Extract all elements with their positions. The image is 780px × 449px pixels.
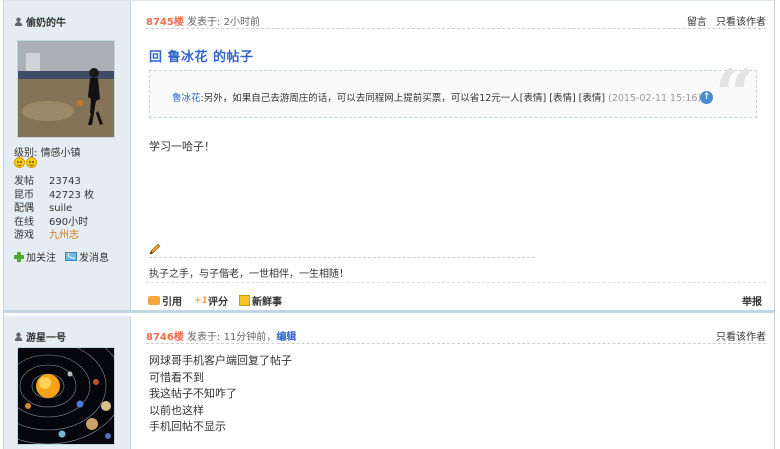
quote-icon xyxy=(148,296,160,305)
rate-button-label: 评分 xyxy=(208,297,228,308)
stat-key: 在线 xyxy=(14,216,34,228)
user-icon xyxy=(14,17,23,26)
post-header-links: 只看该作者 xyxy=(710,328,766,343)
stat-posts: 发帖 23743 xyxy=(14,175,94,189)
stat-coins: 昆币 42723 枚 xyxy=(14,189,94,203)
author-name[interactable]: 游星一号 xyxy=(14,329,66,344)
body-line: 手机回帖不显示 xyxy=(149,420,226,433)
report-button[interactable]: 举报 xyxy=(742,293,762,308)
post-time: 发表于: 11分钟前， xyxy=(187,332,277,343)
body-line: 以前也这样 xyxy=(149,403,204,417)
post-content: 8746楼 发表于: 11分钟前，编辑 只看该作者 网球哥手机客户端回复了帖子 … xyxy=(132,316,774,449)
post-body: 学习一哈子！ xyxy=(149,140,215,153)
stat-value: 23743 xyxy=(49,176,81,187)
body-line: 可惜看不到 xyxy=(149,370,204,384)
stat-spouse: 配偶 suile xyxy=(14,202,94,216)
stat-value: suile xyxy=(49,203,73,215)
level-smileys xyxy=(14,157,37,168)
quote-author[interactable]: 鲁冰花 xyxy=(172,93,201,104)
quote-button[interactable]: 引用 xyxy=(148,293,182,308)
post-header: 8746楼 发表于: 11分钟前，编辑 只看该作者 xyxy=(146,328,766,344)
only-author-link[interactable]: 只看该作者 xyxy=(716,332,766,343)
quote-time: (2015-02-11 15:16) xyxy=(608,93,702,104)
level-value: 情感小镇 xyxy=(40,148,81,159)
post-content: 8745楼 发表于: 2小时前 留言 只看该作者 回 鲁冰花 的帖子 “ 鲁冰花… xyxy=(132,1,774,310)
message-icon xyxy=(65,252,77,261)
quote-block: “ 鲁冰花:另外，如果自己去游周庄的话，可以去同程网上提前买票，可以省12元一人… xyxy=(149,55,757,135)
signature: 执子之手，与子偕老，一世相伴，一生相随！ xyxy=(149,269,349,280)
post-header: 8745楼 发表于: 2小时前 留言 只看该作者 xyxy=(146,13,766,29)
author-name-text: 游星一号 xyxy=(26,333,66,344)
fresh-button[interactable]: 新鲜事 xyxy=(239,293,282,308)
fresh-icon xyxy=(239,295,250,306)
floor-number[interactable]: 8746楼 xyxy=(146,332,184,343)
author-name[interactable]: 偷奶的牛 xyxy=(14,14,66,29)
plus-icon xyxy=(14,251,24,262)
follow-button[interactable]: 加关注 xyxy=(14,249,56,264)
author-name-text: 偷奶的牛 xyxy=(26,18,66,29)
stat-online: 在线 690小时 xyxy=(14,216,94,230)
author-actions: 加关注 发消息 xyxy=(14,249,109,264)
rate-icon: +1 xyxy=(194,295,208,306)
avatar-image xyxy=(18,348,114,444)
body-line: 网球哥手机客户端回复了帖子 xyxy=(149,354,292,367)
fresh-button-label: 新鲜事 xyxy=(252,297,282,308)
thread-frame: 偷奶的牛 级别: 情感小镇 发帖 23743 昆币 42723 枚 配偶 sui… xyxy=(3,0,775,449)
stat-key: 游戏 xyxy=(14,230,34,242)
post-time: 发表于: 2小时前 xyxy=(187,17,260,28)
quote-mark-icon: “ xyxy=(714,55,754,135)
follow-label: 加关注 xyxy=(26,253,56,264)
user-stats: 发帖 23743 昆币 42723 枚 配偶 suile 在线 690小时 游戏 九州志 xyxy=(14,175,94,243)
quote-button-label: 引用 xyxy=(162,297,182,308)
post-8745: 偷奶的牛 级别: 情感小镇 发帖 23743 昆币 42723 枚 配偶 sui… xyxy=(4,0,774,313)
rate-button[interactable]: +1 评分 xyxy=(194,293,228,309)
smiley-icon xyxy=(14,157,25,168)
user-icon xyxy=(14,332,23,341)
body-line: 我这帖子不知咋了 xyxy=(149,387,237,400)
avatar[interactable] xyxy=(17,40,115,138)
post-actions: 引用 +1 评分 新鲜事 举报 xyxy=(146,282,766,313)
game-link[interactable]: 九州志 xyxy=(49,229,79,243)
smiley-icon xyxy=(26,157,37,168)
stat-value: 690小时 xyxy=(49,216,89,228)
floor-number[interactable]: 8745楼 xyxy=(146,17,184,28)
jump-to-post-icon[interactable]: ↑ xyxy=(700,91,713,104)
quote-text: 鲁冰花:另外，如果自己去游周庄的话，可以去同程网上提前买票，可以省12元一人[表… xyxy=(172,90,701,104)
post-title: 回 鲁冰花 的帖子 xyxy=(149,50,254,65)
stat-key: 发帖 xyxy=(14,176,34,187)
reply-link[interactable]: 留言 xyxy=(687,17,707,28)
stat-key: 昆币 xyxy=(14,189,34,201)
author-sidebar: 游星一号 xyxy=(4,316,131,449)
stat-key: 配偶 xyxy=(14,203,34,215)
signature-divider xyxy=(149,257,535,258)
message-button[interactable]: 发消息 xyxy=(65,249,109,264)
author-sidebar: 偷奶的牛 级别: 情感小镇 发帖 23743 昆币 42723 枚 配偶 sui… xyxy=(4,1,131,310)
post-header-links: 留言 只看该作者 xyxy=(681,13,766,28)
only-author-link[interactable]: 只看该作者 xyxy=(716,17,766,28)
quote-content: :另外，如果自己去游周庄的话，可以去同程网上提前买票，可以省12元一人[表情] … xyxy=(200,93,606,104)
message-label: 发消息 xyxy=(79,253,109,264)
stat-value: 42723 枚 xyxy=(49,189,94,201)
edit-link[interactable]: 编辑 xyxy=(276,332,296,343)
post-body: 网球哥手机客户端回复了帖子 可惜看不到 我这帖子不知咋了 以前也这样 手机回帖不… xyxy=(149,353,292,436)
avatar-image xyxy=(18,41,114,137)
post-8746: 游星一号 8746楼 发表于: 11分钟前，编辑 只看该作者 网球哥手机客户端回… xyxy=(4,316,774,449)
pencil-icon xyxy=(149,243,161,255)
avatar[interactable] xyxy=(17,347,115,445)
stat-game: 游戏 九州志 xyxy=(14,229,94,243)
